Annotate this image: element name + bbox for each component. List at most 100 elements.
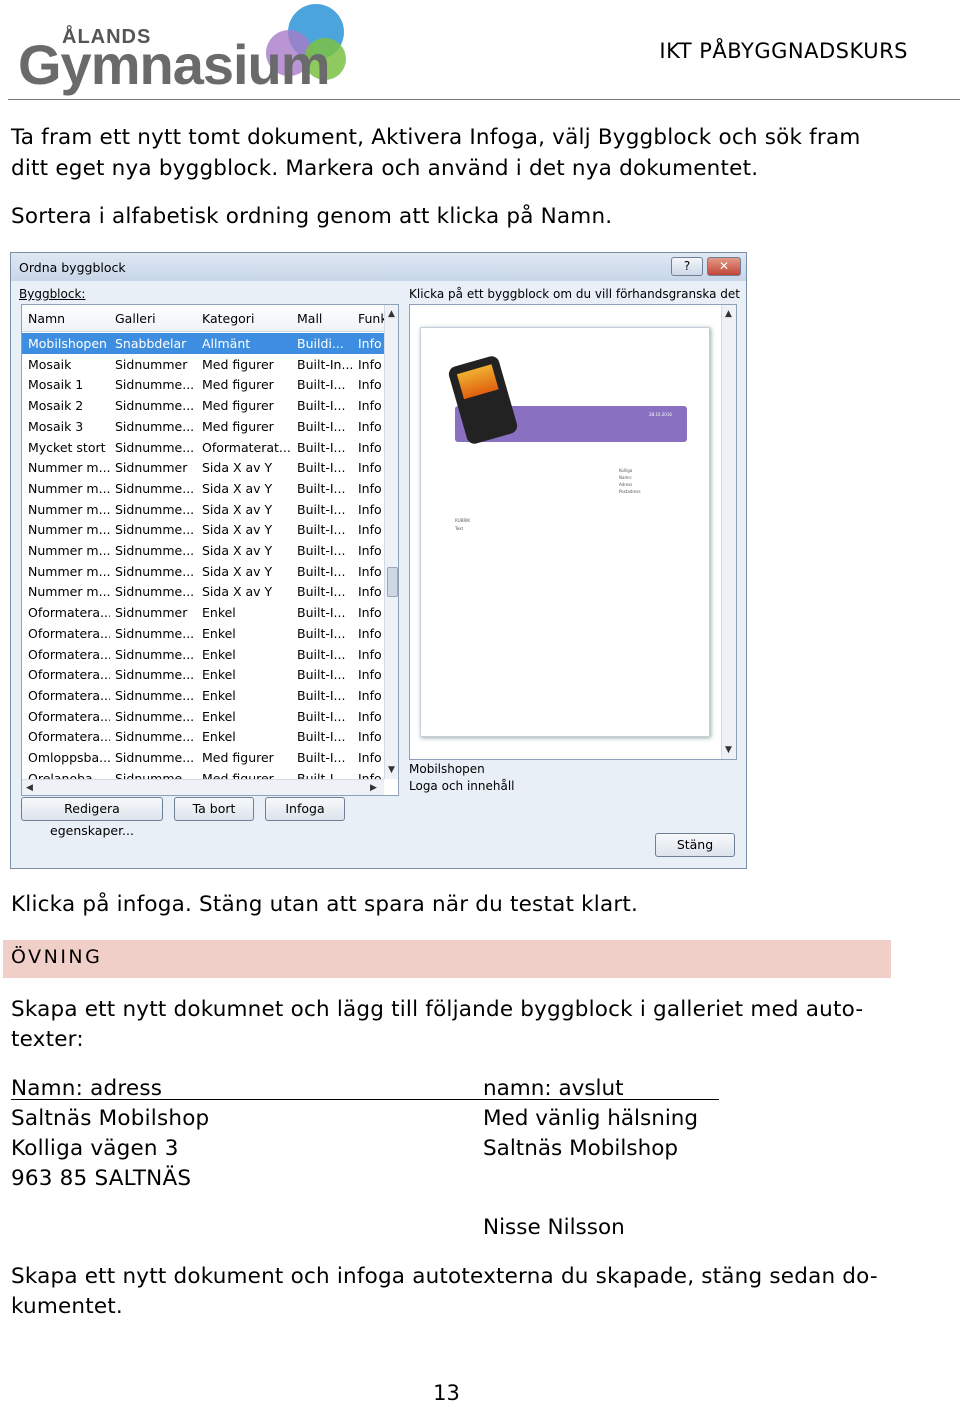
row-gallery: Snabbdelar bbox=[115, 336, 187, 351]
list-row[interactable]: Nummer m... Sidnumme... Sida X av Y Built-I… bbox=[22, 519, 384, 540]
row-name: Nummer m... bbox=[28, 543, 110, 558]
delete-button[interactable]: Ta bort bbox=[174, 797, 254, 821]
row-template: Built-I... bbox=[297, 750, 346, 765]
row-gallery: Sidnumme... bbox=[115, 708, 195, 724]
row-function: Info bbox=[358, 687, 382, 703]
scroll-right-icon[interactable]: ▶ bbox=[370, 783, 377, 793]
list-row[interactable]: Mycket stort Sidnumme... Oformaterat... Bui… bbox=[22, 437, 384, 458]
row-name: Oformatera... bbox=[28, 729, 110, 745]
left-title-underline bbox=[11, 1099, 483, 1100]
edit-properties-button[interactable]: Redigera egenskaper... bbox=[21, 797, 163, 838]
row-name: Oformatera... bbox=[28, 687, 110, 703]
row-function: Info bbox=[358, 377, 382, 393]
row-category: Sida X av Y bbox=[202, 584, 273, 600]
row-template: Built-I... bbox=[297, 584, 346, 600]
school-logo: ÅLANDS Gymnasium bbox=[18, 4, 348, 96]
row-template: Built-I... bbox=[297, 563, 346, 579]
list-row[interactable]: Oformatera... Sidnummer Enkel Built-I... Inf… bbox=[22, 602, 384, 623]
building-block-list[interactable]: Namn Galleri Kategori Mall Funk Mobilsho… bbox=[21, 304, 399, 796]
scroll-left-icon[interactable]: ◀ bbox=[26, 783, 33, 793]
row-gallery: Sidnumme... bbox=[115, 667, 195, 683]
row-category: Sida X av Y bbox=[202, 543, 273, 558]
preview-scrollbar[interactable]: ▲ ▼ bbox=[721, 305, 736, 759]
row-name: Mosaik bbox=[28, 356, 72, 372]
row-category: Enkel bbox=[202, 729, 236, 745]
row-function: Info bbox=[358, 398, 382, 414]
course-title: IKT PÅBYGGNADSKURS bbox=[659, 39, 908, 63]
left-line-2: Kolliga vägen 3 bbox=[11, 1136, 179, 1161]
list-row[interactable]: Nummer m... Sidnumme... Sida X av Y Built-I… bbox=[22, 478, 384, 499]
preview-line-1: Kolliga bbox=[619, 468, 633, 473]
list-row[interactable]: Oformatera... Sidnumme... Enkel Built-I... I… bbox=[22, 685, 384, 706]
preview-line-4: Postadress bbox=[619, 489, 641, 494]
scroll-down-icon[interactable]: ▼ bbox=[388, 765, 395, 775]
list-row[interactable]: Mosaik 1 Sidnumme... Med figurer Built-I...… bbox=[22, 374, 384, 395]
left-line-1: Saltnäs Mobilshop bbox=[11, 1106, 210, 1131]
list-row[interactable]: Oformatera... Sidnumme... Enkel Built-I... I… bbox=[22, 726, 384, 747]
row-name: Oformatera... bbox=[28, 625, 110, 641]
list-row[interactable]: Mosaik 2 Sidnumme... Med figurer Built-I...… bbox=[22, 395, 384, 416]
right-line-1: Med vänlig hälsning bbox=[483, 1106, 699, 1131]
row-function: Info bbox=[358, 522, 382, 538]
row-function: Info bbox=[358, 460, 382, 476]
list-row[interactable]: Oformatera... Sidnumme... Enkel Built-I... I… bbox=[22, 664, 384, 685]
close-x-button[interactable]: ✕ bbox=[707, 257, 741, 276]
row-name: Mosaik 2 bbox=[28, 398, 84, 414]
column-header-category[interactable]: Kategori bbox=[202, 311, 254, 326]
list-row[interactable]: Oformatera... Sidnumme... Enkel Built-I... I… bbox=[22, 623, 384, 644]
list-row[interactable]: Mosaik Sidnummer Med figurer Built-In... Inf… bbox=[22, 354, 384, 375]
preview-scroll-up-icon[interactable]: ▲ bbox=[725, 309, 732, 319]
list-row[interactable]: Mosaik 3 Sidnumme... Med figurer Built-I...… bbox=[22, 416, 384, 437]
row-function: Info bbox=[358, 750, 382, 765]
row-category: Enkel bbox=[202, 667, 236, 683]
list-row[interactable]: Nummer m... Sidnummer Sida X av Y Built-I..… bbox=[22, 457, 384, 478]
right-title-underline bbox=[483, 1099, 719, 1100]
list-row[interactable]: Nummer m... Sidnumme... Sida X av Y Built-I… bbox=[22, 561, 384, 582]
preview-line-2: Namn: bbox=[619, 475, 633, 480]
list-row[interactable]: Omloppsba... Sidnumme... Med figurer Built-… bbox=[22, 747, 384, 768]
row-name: Oformatera... bbox=[28, 605, 110, 621]
list-row[interactable]: Mobilshopen Snabbdelar Allmänt Buildi... Inf… bbox=[22, 333, 384, 354]
list-row[interactable]: Nummer m... Sidnumme... Sida X av Y Built-I… bbox=[22, 581, 384, 602]
list-vertical-scrollbar[interactable]: ▲ ▼ bbox=[384, 305, 398, 779]
row-template: Built-I... bbox=[297, 398, 346, 414]
insert-button[interactable]: Infoga bbox=[265, 797, 345, 821]
row-function: Info bbox=[358, 480, 382, 496]
header-divider bbox=[8, 99, 960, 100]
final-line-2: kumentet. bbox=[11, 1294, 123, 1319]
help-button[interactable]: ? bbox=[671, 257, 703, 276]
preview-line-3: Adress bbox=[619, 482, 633, 487]
preview-page: 28.10.2016 Kolliga Namn: Adress Postadre… bbox=[420, 327, 710, 737]
row-category: Enkel bbox=[202, 605, 236, 621]
list-horizontal-scrollbar[interactable]: ◀ ▶ bbox=[22, 779, 384, 795]
intro-line-1: Ta fram ett nytt tomt dokument, Aktivera… bbox=[11, 125, 861, 150]
list-row[interactable]: Oformatera... Sidnumme... Enkel Built-I... I… bbox=[22, 706, 384, 727]
intro-line-3: Sortera i alfabetisk ordning genom att k… bbox=[11, 204, 613, 229]
row-gallery: Sidnummer bbox=[115, 356, 188, 372]
row-gallery: Sidnumme... bbox=[115, 687, 195, 703]
list-scroll-thumb[interactable] bbox=[387, 567, 398, 597]
row-gallery: Sidnumme... bbox=[115, 563, 195, 579]
row-template: Buildi... bbox=[297, 336, 344, 351]
list-row[interactable]: Nummer m... Sidnumme... Sida X av Y Built-I… bbox=[22, 540, 384, 561]
column-header-template[interactable]: Mall bbox=[297, 311, 322, 326]
row-template: Built-I... bbox=[297, 377, 346, 393]
row-category: Oformaterat... bbox=[202, 439, 291, 455]
row-function: Info bbox=[358, 646, 382, 662]
exercise-heading: ÖVNING bbox=[11, 946, 103, 968]
page-number: 13 bbox=[433, 1381, 460, 1405]
row-gallery: Sidnummer bbox=[115, 460, 188, 476]
preview-scroll-down-icon[interactable]: ▼ bbox=[725, 745, 732, 755]
row-name: Nummer m... bbox=[28, 584, 110, 600]
after-dialog-text: Klicka på infoga. Stäng utan att spara n… bbox=[11, 892, 639, 917]
column-header-name[interactable]: Namn bbox=[28, 311, 65, 326]
list-header: Namn Galleri Kategori Mall Funk bbox=[22, 305, 388, 332]
close-button[interactable]: Stäng bbox=[655, 833, 735, 857]
scroll-up-icon[interactable]: ▲ bbox=[388, 309, 395, 319]
list-row[interactable]: Oformatera... Sidnumme... Enkel Built-I... I… bbox=[22, 644, 384, 665]
row-function: Info bbox=[358, 543, 382, 558]
column-header-gallery[interactable]: Galleri bbox=[115, 311, 156, 326]
list-row[interactable]: Nummer m... Sidnumme... Sida X av Y Built-I… bbox=[22, 499, 384, 520]
row-name: Mosaik 1 bbox=[28, 377, 84, 393]
row-gallery: Sidnummer bbox=[115, 605, 188, 621]
